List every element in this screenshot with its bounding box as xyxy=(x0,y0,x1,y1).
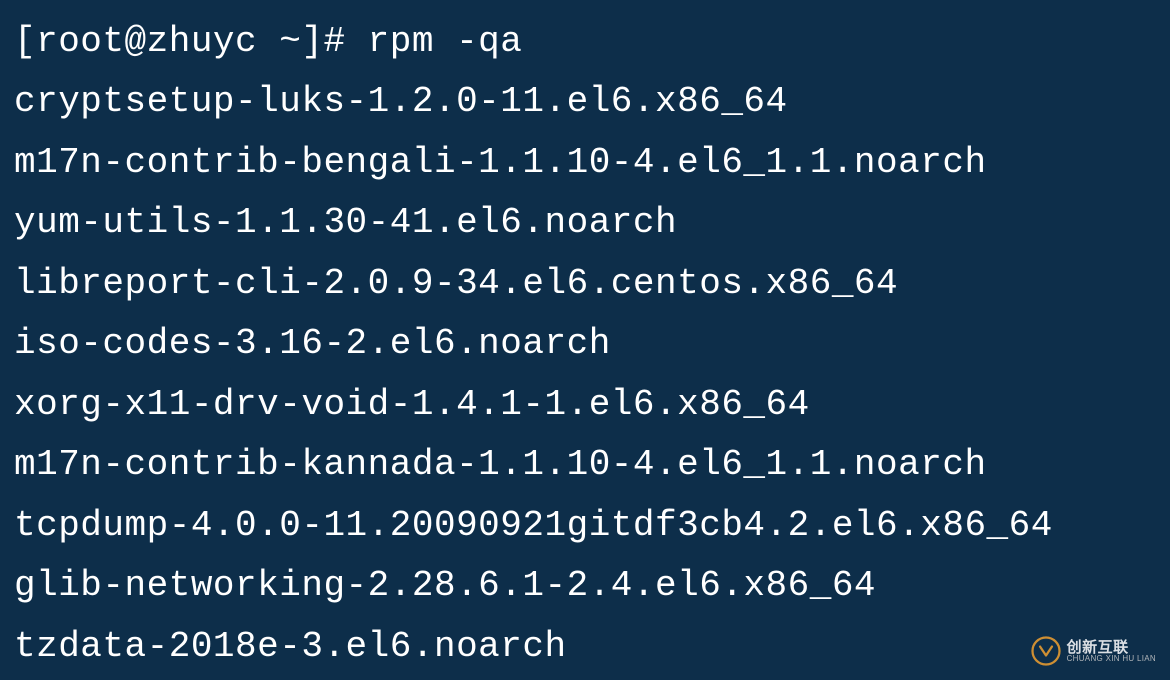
terminal-output-line: tcpdump-4.0.0-11.20090921gitdf3cb4.2.el6… xyxy=(14,496,1156,556)
terminal-output-line: tzdata-2018e-3.el6.noarch xyxy=(14,617,1156,677)
watermark-en-text: CHUANG XIN HU LIAN xyxy=(1067,655,1156,663)
terminal-output-line: glib-networking-2.28.6.1-2.4.el6.x86_64 xyxy=(14,556,1156,616)
watermark-logo-icon xyxy=(1031,636,1061,666)
terminal-output-line: xorg-x11-drv-void-1.4.1-1.el6.x86_64 xyxy=(14,375,1156,435)
terminal-prompt: [root@zhuyc ~]# xyxy=(14,21,368,62)
watermark-text: 创新互联 CHUANG XIN HU LIAN xyxy=(1067,640,1156,663)
terminal-output-line: m17n-contrib-bengali-1.1.10-4.el6_1.1.no… xyxy=(14,133,1156,193)
terminal-output-line: cryptsetup-luks-1.2.0-11.el6.x86_64 xyxy=(14,72,1156,132)
terminal-output-line: libreport-cli-2.0.9-34.el6.centos.x86_64 xyxy=(14,254,1156,314)
terminal-output-line: iso-codes-3.16-2.el6.noarch xyxy=(14,314,1156,374)
terminal-output-line: yum-utils-1.1.30-41.el6.noarch xyxy=(14,193,1156,253)
terminal-output-line: m17n-contrib-kannada-1.1.10-4.el6_1.1.no… xyxy=(14,435,1156,495)
terminal-command-line: [root@zhuyc ~]# rpm -qa xyxy=(14,12,1156,72)
watermark-cn-text: 创新互联 xyxy=(1067,640,1156,655)
watermark: 创新互联 CHUANG XIN HU LIAN xyxy=(1031,636,1156,666)
terminal-command: rpm -qa xyxy=(368,21,523,62)
